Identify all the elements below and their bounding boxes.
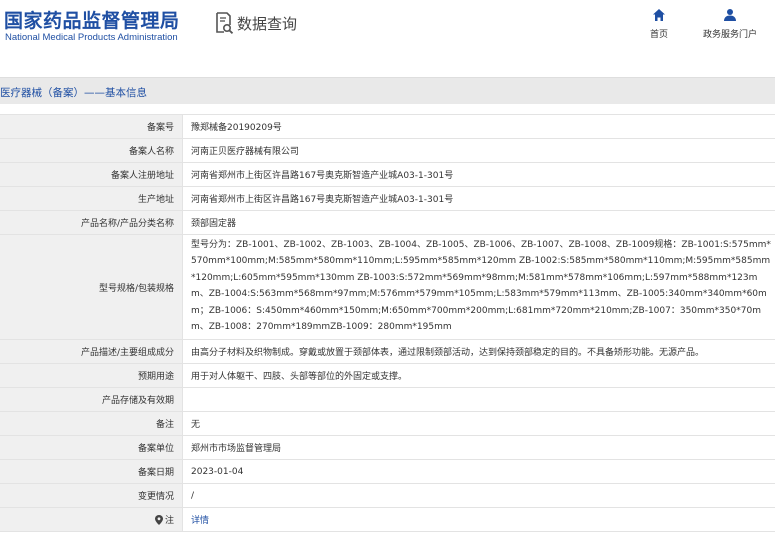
breadcrumb: 医疗器械（备案）——基本信息 (0, 87, 147, 99)
row-label: 预期用途 (0, 364, 183, 387)
row-label: 备案日期 (0, 460, 183, 483)
row-value: 型号分为：ZB-1001、ZB-1002、ZB-1003、ZB-1004、ZB-… (191, 240, 771, 333)
site-logo-english[interactable]: National Medical Products Administration (5, 32, 178, 43)
table-row: 产品存储及有效期 (0, 388, 775, 412)
row-label: 变更情况 (0, 484, 183, 507)
row-label: 备案人名称 (0, 139, 183, 162)
nav-home-label: 首页 (650, 30, 669, 40)
nav-service-portal-label: 政务服务门户 (703, 30, 758, 40)
row-value: / (191, 490, 195, 501)
row-label: 产品存储及有效期 (0, 388, 183, 411)
row-label: 备案号 (0, 115, 183, 138)
search-document-icon (216, 12, 234, 34)
table-row: 注 详情 (0, 508, 775, 532)
user-icon (724, 9, 736, 21)
table-row: 备案单位 郑州市市场监督管理局 (0, 436, 775, 460)
table-row: 型号规格/包装规格 型号分为：ZB-1001、ZB-1002、ZB-1003、Z… (0, 235, 775, 340)
header-spacer (0, 62, 775, 78)
row-value: 河南省郑州市上街区许昌路167号奥克斯智造产业城A03-1-301号 (191, 171, 454, 181)
row-value: 颈部固定器 (191, 219, 237, 229)
row-label: 备案单位 (0, 436, 183, 459)
site-header: 国家药品监督管理局 National Medical Products Admi… (0, 0, 775, 62)
table-row: 生产地址 河南省郑州市上街区许昌路167号奥克斯智造产业城A03-1-301号 (0, 187, 775, 211)
table-row: 备案号 豫郑械备20190209号 (0, 115, 775, 139)
row-value: 河南正贝医疗器械有限公司 (191, 147, 300, 157)
row-value: 2023-01-04 (191, 466, 244, 477)
nav-service-portal[interactable]: 政务服务门户 (703, 8, 757, 40)
table-row: 变更情况 / (0, 484, 775, 508)
table-row: 备案人注册地址 河南省郑州市上街区许昌路167号奥克斯智造产业城A03-1-30… (0, 163, 775, 187)
table-row: 备案人名称 河南正贝医疗器械有限公司 (0, 139, 775, 163)
row-value: 无 (191, 420, 201, 430)
nav-home[interactable]: 首页 (650, 8, 668, 40)
pin-icon (154, 514, 163, 525)
row-label: 型号规格/包装规格 (0, 235, 183, 339)
row-value: 豫郑械备20190209号 (191, 123, 282, 133)
note-label: 注 (164, 516, 174, 526)
row-label: 产品名称/产品分类名称 (0, 211, 183, 234)
table-row: 产品描述/主要组成成分 由高分子材料及织物制成。穿戴或放置于颈部体表，通过限制颈… (0, 340, 775, 364)
data-query-link[interactable]: 数据查询 (214, 12, 297, 34)
row-label: 产品描述/主要组成成分 (0, 340, 183, 363)
row-value: 郑州市市场监督管理局 (191, 444, 282, 454)
breadcrumb-bar: 医疗器械（备案）——基本信息 (0, 77, 775, 104)
details-link[interactable]: 详情 (191, 513, 209, 526)
row-value (183, 388, 775, 411)
row-value: 详情 (183, 508, 775, 531)
table-row: 产品名称/产品分类名称 颈部固定器 (0, 211, 775, 235)
row-value: 河南省郑州市上街区许昌路167号奥克斯智造产业城A03-1-301号 (191, 195, 454, 205)
row-label: 生产地址 (0, 187, 183, 210)
row-label-note: 注 (0, 508, 183, 531)
row-label: 备案人注册地址 (0, 163, 183, 186)
site-logo-chinese[interactable]: 国家药品监督管理局 (4, 6, 180, 33)
row-label: 备注 (0, 412, 183, 435)
row-value: 由高分子材料及织物制成。穿戴或放置于颈部体表，通过限制颈部活动，达到保持颈部稳定… (191, 348, 705, 358)
data-query-label: 数据查询 (237, 14, 298, 33)
table-row: 预期用途 用于对人体躯干、四肢、头部等部位的外固定或支撑。 (0, 364, 775, 388)
table-row: 备注 无 (0, 412, 775, 436)
row-value: 用于对人体躯干、四肢、头部等部位的外固定或支撑。 (191, 372, 408, 382)
home-icon (653, 9, 665, 21)
table-row: 备案日期 2023-01-04 (0, 460, 775, 484)
detail-table: 备案号 豫郑械备20190209号 备案人名称 河南正贝医疗器械有限公司 备案人… (0, 114, 775, 532)
